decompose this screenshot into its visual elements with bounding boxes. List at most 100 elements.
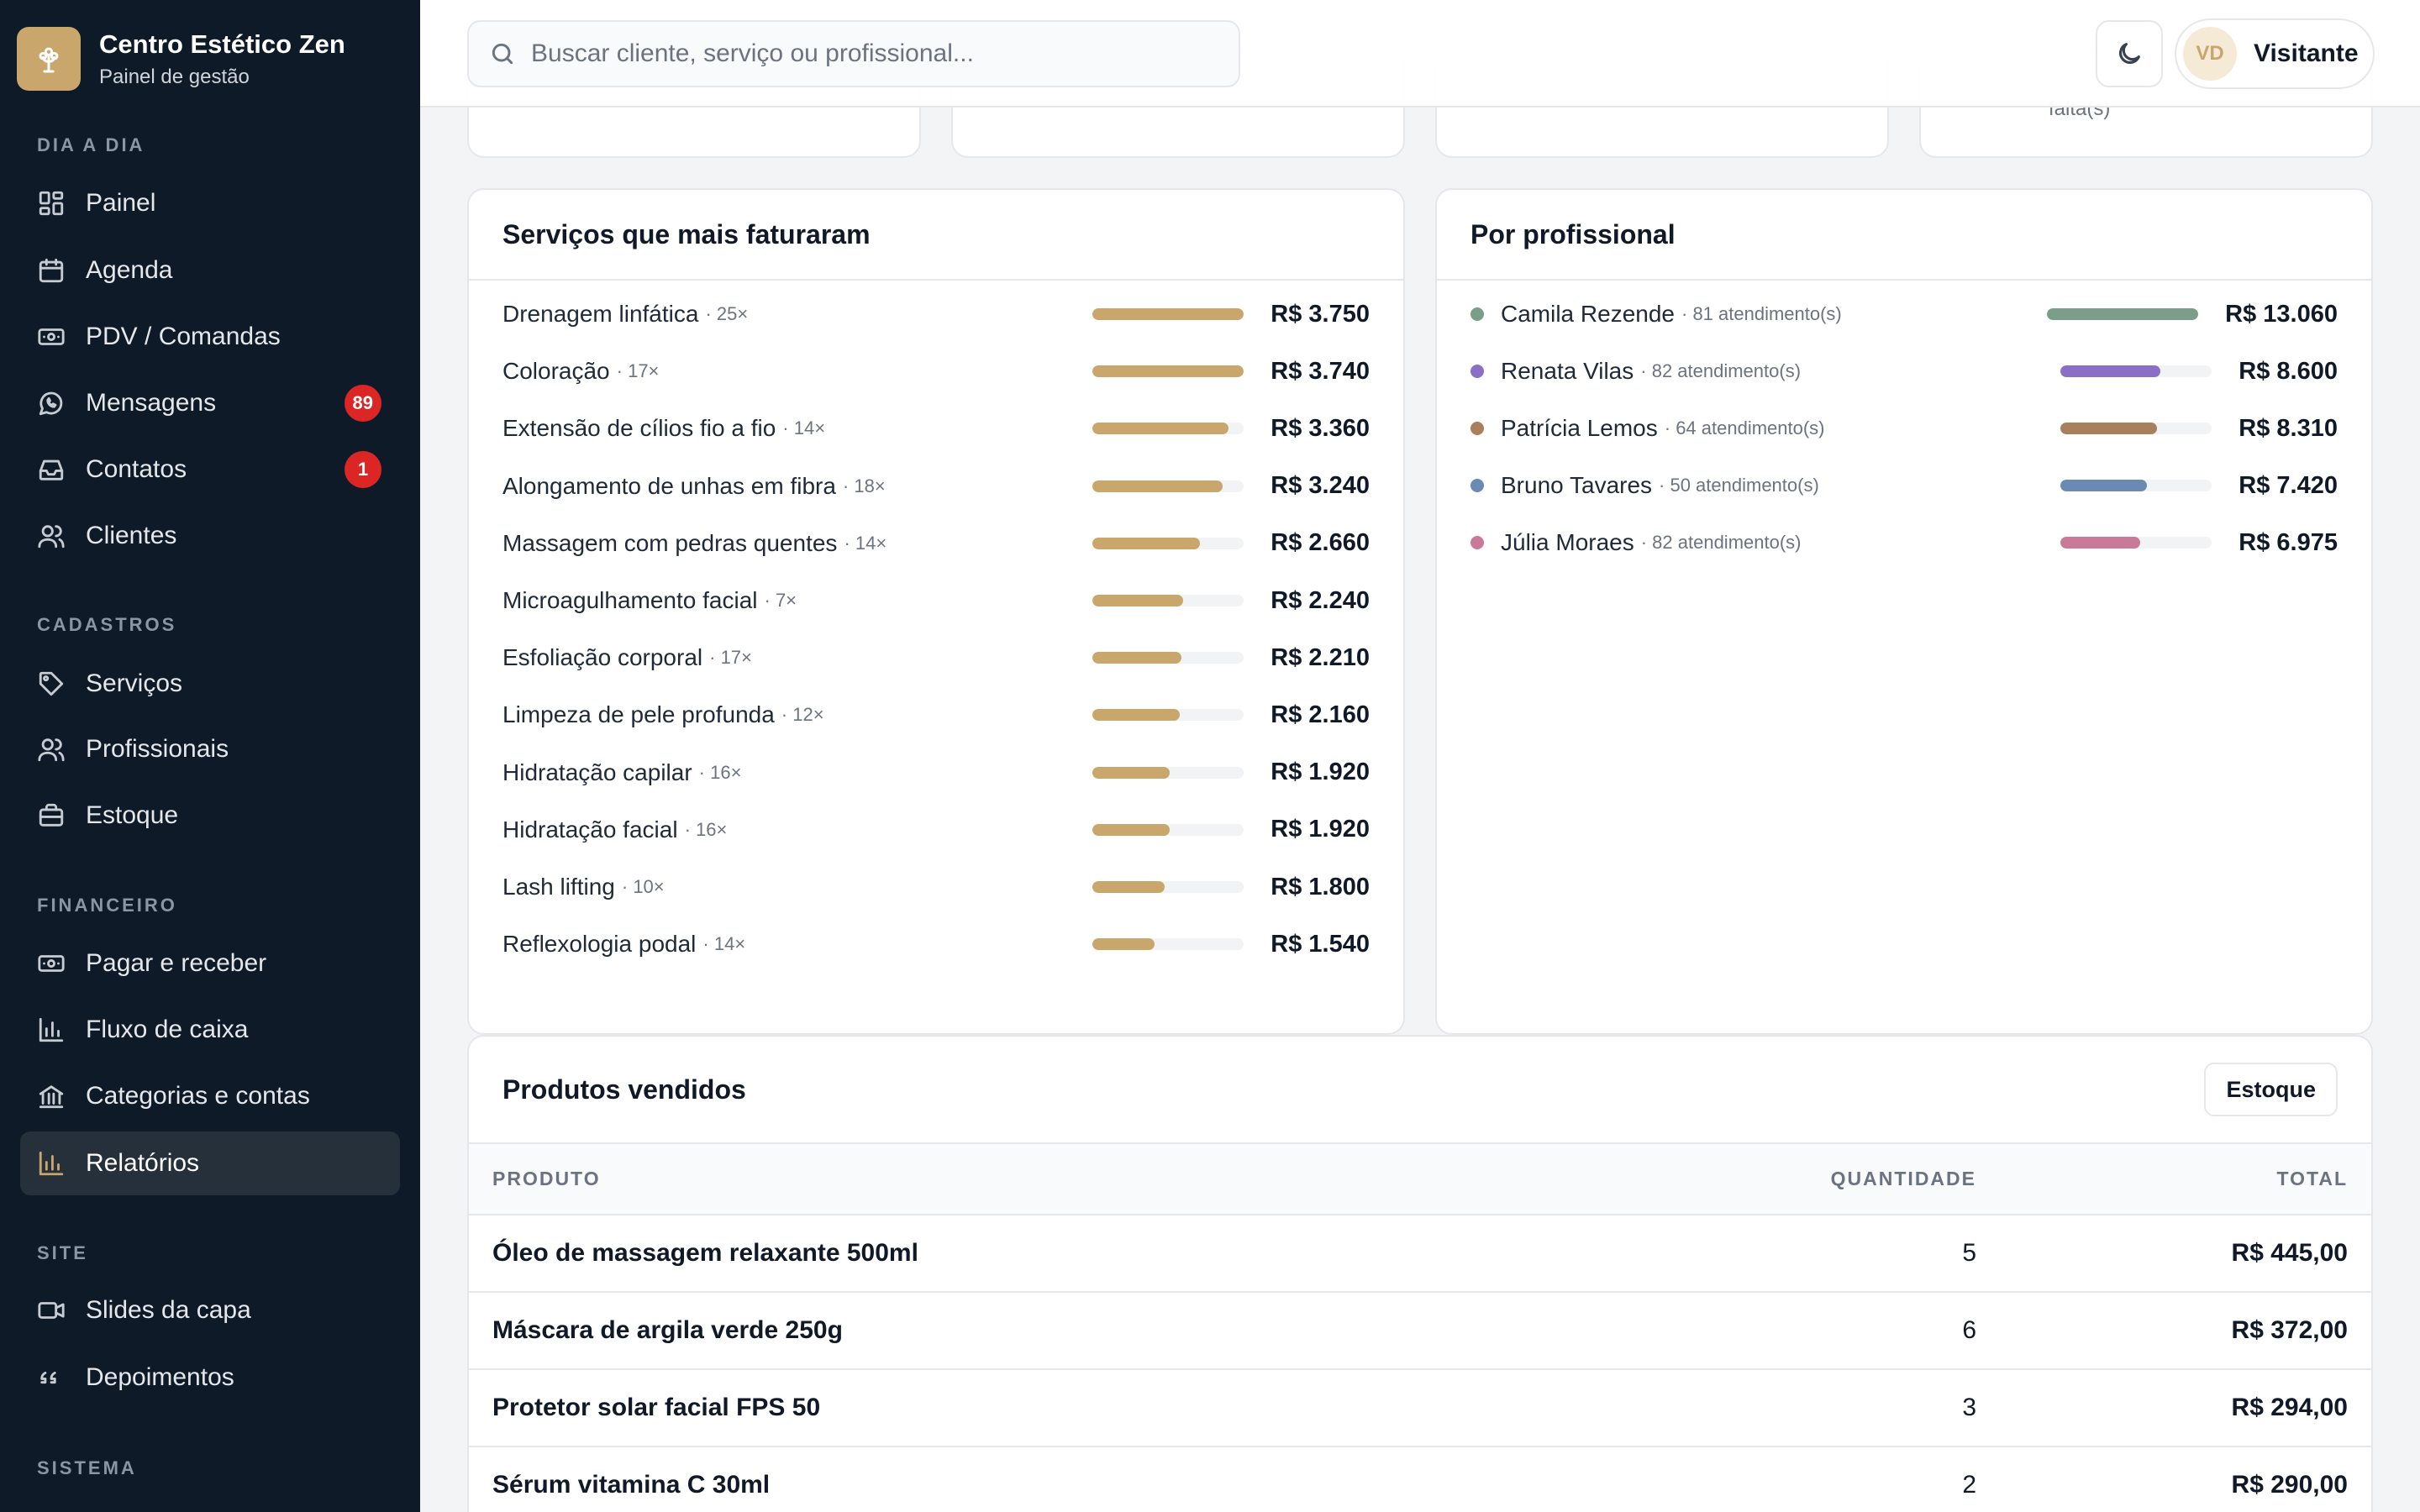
table-row[interactable]: Máscara de argila verde 250g 6 R$ 372,00 (469, 1292, 2371, 1370)
sidebar-item-contatos[interactable]: Contatos 1 (20, 438, 400, 501)
sidebar-item-label: Contatos (86, 455, 187, 483)
sidebar-item-label: Slides da capa (86, 1296, 251, 1324)
professional-rank-row: Bruno Tavares · 50 atendimento(s) R$ 7.420 (1470, 469, 2338, 502)
service-rank-row: Reflexologia podal · 14× R$ 1.540 (502, 927, 1370, 961)
service-rank-row: Hidratação facial · 16× R$ 1.920 (502, 813, 1370, 847)
service-bar (1092, 423, 1244, 435)
quote-icon (37, 1363, 66, 1392)
sidebar-item-agenda[interactable]: Agenda (20, 239, 400, 302)
service-name: Reflexologia podal (502, 931, 697, 958)
service-count: · 16× (698, 761, 742, 783)
bar-chart-icon (37, 1149, 66, 1178)
search-box[interactable] (467, 20, 1240, 87)
service-rank-row: Hidratação capilar · 16× R$ 1.920 (502, 756, 1370, 790)
table-row[interactable]: Sérum vitamina C 30ml 2 R$ 290,00 (469, 1446, 2371, 1512)
service-bar (1092, 823, 1244, 836)
professional-rank-row: Patrícia Lemos · 64 atendimento(s) R$ 8.31… (1470, 412, 2338, 445)
whatsapp-icon (37, 389, 66, 417)
service-bar-fill (1092, 881, 1165, 893)
service-bar-fill (1092, 766, 1170, 779)
sidebar-item-mensagens[interactable]: Mensagens 89 (20, 371, 400, 435)
search-input[interactable] (531, 39, 1220, 68)
table-row[interactable]: Óleo de massagem relaxante 500ml 5 R$ 445,… (469, 1215, 2371, 1293)
sidebar-item-label: Fluxo de caixa (86, 1016, 249, 1043)
service-rank-row: Lash lifting · 10× R$ 1.800 (502, 870, 1370, 904)
sidebar-item-categorias-e-contas[interactable]: Categorias e contas (20, 1064, 400, 1128)
product-name-cell: Máscara de argila verde 250g (469, 1292, 1556, 1370)
service-name: Coloração (502, 358, 610, 385)
service-count: · 10× (621, 876, 665, 897)
product-quantity-cell: 3 (1556, 1369, 1976, 1447)
table-row[interactable]: Protetor solar facial FPS 50 3 R$ 294,00 (469, 1369, 2371, 1447)
professional-name: Júlia Moraes (1501, 529, 1634, 555)
professional-value: R$ 8.310 (2238, 414, 2338, 442)
service-value: R$ 2.660 (1270, 529, 1370, 557)
tag-icon (37, 669, 66, 698)
services-title: Serviços que mais faturaram (502, 218, 871, 249)
sidebar-item-fluxo-de-caixa[interactable]: Fluxo de caixa (20, 998, 400, 1062)
service-value: R$ 3.750 (1270, 300, 1370, 328)
service-rank-row: Extensão de cílios fio a fio · 14× R$ 3.36… (502, 412, 1370, 445)
service-name: Esfoliação corporal (502, 644, 703, 671)
unread-badge: 89 (344, 385, 381, 422)
banknote-icon (37, 323, 66, 351)
service-rank-row: Coloração · 17× R$ 3.740 (502, 354, 1370, 388)
service-rank-row: Drenagem linfática · 25× R$ 3.750 (502, 297, 1370, 331)
service-bar (1092, 766, 1244, 779)
service-value: R$ 2.160 (1270, 701, 1370, 728)
sidebar-item-slides-da-capa[interactable]: Slides da capa (20, 1278, 400, 1342)
column-header-quantity[interactable]: QUANTIDADE (1556, 1144, 1976, 1215)
sidebar-item-label: Estoque (86, 801, 179, 829)
service-value: R$ 3.360 (1270, 414, 1370, 442)
user-name: Visitante (2254, 39, 2359, 67)
service-count: · 14× (702, 933, 746, 955)
product-total-cell: R$ 294,00 (1976, 1369, 2371, 1447)
service-count: · 14× (782, 417, 826, 439)
unread-badge: 1 (345, 451, 381, 488)
professional-color-dot (1470, 479, 1484, 492)
professional-rank-row: Júlia Moraes · 82 atendimento(s) R$ 6.975 (1470, 526, 2338, 559)
service-bar-fill (1092, 365, 1244, 378)
sidebar-item-profissionais[interactable]: Profissionais (20, 717, 400, 781)
table-header-row: PRODUTO QUANTIDADE TOTAL (469, 1144, 2371, 1215)
briefcase-icon (37, 801, 66, 830)
sidebar-item-relatorios[interactable]: Relatórios (20, 1131, 400, 1195)
calendar-icon (37, 256, 66, 285)
sidebar-item-depoimentos[interactable]: Depoimentos (20, 1346, 400, 1410)
professional-value: R$ 8.600 (2238, 357, 2338, 385)
service-name: Drenagem linfática (502, 301, 699, 327)
products-title: Produtos vendidos (502, 1074, 746, 1105)
column-header-total[interactable]: TOTAL (1976, 1144, 2371, 1215)
product-total-cell: R$ 290,00 (1976, 1446, 2371, 1512)
professional-bar (2060, 537, 2212, 549)
column-header-product[interactable]: PRODUTO (469, 1144, 1556, 1215)
professional-value: R$ 7.420 (2238, 471, 2338, 499)
sidebar-item-estoque[interactable]: Estoque (20, 784, 400, 848)
product-name-cell: Sérum vitamina C 30ml (469, 1446, 1556, 1512)
professionals-card: Por profissional Camila Rezende · 81 aten… (1435, 188, 2373, 1035)
service-bar-fill (1092, 823, 1170, 836)
sidebar-item-label: Relatórios (86, 1149, 200, 1177)
theme-toggle-button[interactable] (2096, 20, 2163, 87)
stock-button[interactable]: Estoque (2204, 1063, 2338, 1116)
sidebar-item-pagar-e-receber[interactable]: Pagar e receber (20, 932, 400, 995)
product-quantity-cell: 6 (1556, 1292, 1976, 1370)
professional-rank-row: Camila Rezende · 81 atendimento(s) R$ 13.0… (1470, 297, 2338, 331)
professional-color-dot (1470, 422, 1484, 435)
services-card: Serviços que mais faturaram Drenagem lin… (467, 188, 1405, 1035)
sidebar-item-servicos[interactable]: Serviços (20, 652, 400, 716)
service-bar (1092, 652, 1244, 664)
service-bar-fill (1092, 652, 1182, 664)
sidebar-item-pdv-comandas[interactable]: PDV / Comandas (20, 305, 400, 369)
brand[interactable]: Centro Estético Zen Painel de gestão (0, 0, 420, 101)
service-bar (1092, 709, 1244, 722)
sidebar-item-painel[interactable]: Painel (20, 171, 400, 235)
service-count: · 17× (709, 647, 752, 669)
professional-appointments: · 82 atendimento(s) (1640, 532, 1802, 553)
user-menu-button[interactable]: VD Visitante (2175, 18, 2375, 89)
service-bar-fill (1092, 537, 1200, 549)
sidebar-item-clientes[interactable]: Clientes (20, 504, 400, 568)
sidebar-section-label: FINANCEIRO (37, 895, 177, 916)
service-bar (1092, 881, 1244, 893)
service-bar-fill (1092, 423, 1228, 435)
